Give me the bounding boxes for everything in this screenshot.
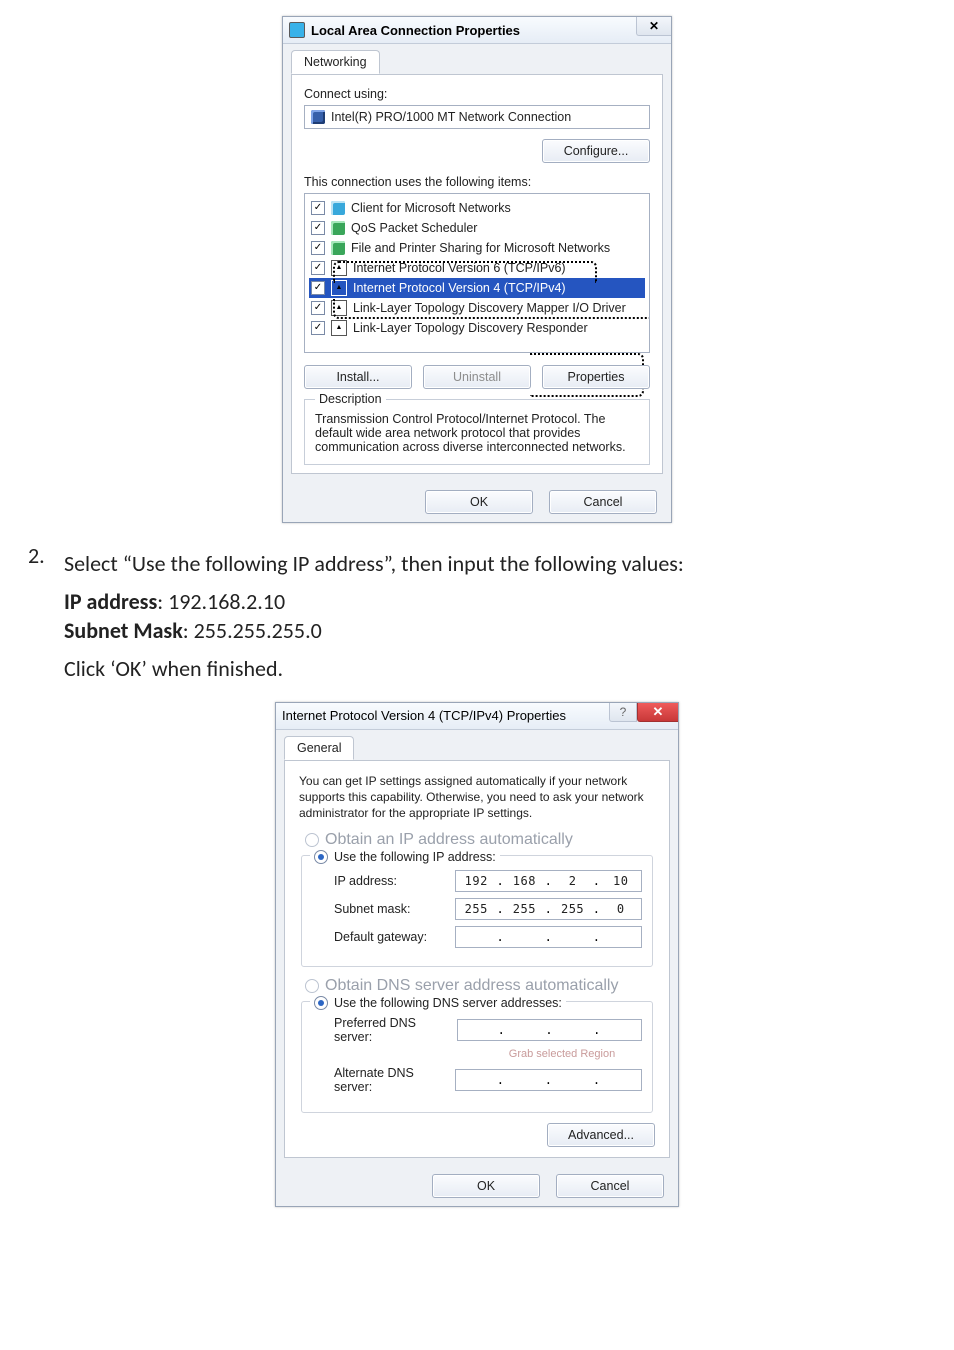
help-button[interactable]: ? xyxy=(609,703,637,722)
close-button[interactable]: ✕ xyxy=(637,703,678,722)
items-listbox[interactable]: Client for Microsoft Networks QoS Packet… xyxy=(304,193,650,353)
subnet-mask-input[interactable]: 255. 255. 255. 0 xyxy=(455,898,642,920)
tab-body: Connect using: Intel(R) PRO/1000 MT Netw… xyxy=(291,74,663,474)
radio-auto-dns xyxy=(305,979,319,993)
cancel-button[interactable]: Cancel xyxy=(556,1174,664,1198)
preferred-dns-input[interactable]: . . . xyxy=(457,1019,642,1041)
titlebar: Local Area Connection Properties ✕ xyxy=(283,17,671,44)
default-gateway-input[interactable]: . . . xyxy=(455,926,642,948)
ipv4-properties-window: Internet Protocol Version 4 (TCP/IPv4) P… xyxy=(275,702,679,1208)
tab-general[interactable]: General xyxy=(284,736,354,760)
radio-use-dns[interactable] xyxy=(314,996,328,1010)
close-icon: ✕ xyxy=(649,19,659,33)
advanced-button[interactable]: Advanced... xyxy=(547,1123,655,1147)
protocol-icon xyxy=(331,300,347,316)
nic-field: Intel(R) PRO/1000 MT Network Connection xyxy=(304,105,650,129)
items-label: This connection uses the following items… xyxy=(304,175,650,189)
checkbox[interactable] xyxy=(311,261,325,275)
checkbox[interactable] xyxy=(311,221,325,235)
list-item[interactable]: File and Printer Sharing for Microsoft N… xyxy=(309,238,645,258)
install-button[interactable]: Install... xyxy=(304,365,412,389)
preferred-dns-label: Preferred DNS server: xyxy=(334,1016,457,1044)
step-number: 2. xyxy=(28,541,54,692)
item-label: Link-Layer Topology Discovery Responder xyxy=(353,319,588,337)
list-item[interactable]: Internet Protocol Version 6 (TCP/IPv6) xyxy=(309,258,645,278)
checkbox[interactable] xyxy=(311,201,325,215)
ip-address-label: IP address: xyxy=(334,874,397,888)
ok-button[interactable]: OK xyxy=(432,1174,540,1198)
radio-auto-dns-label: Obtain DNS server address automatically xyxy=(325,977,618,995)
cancel-button[interactable]: Cancel xyxy=(549,490,657,514)
protocol-icon xyxy=(331,260,347,276)
tab-networking[interactable]: Networking xyxy=(291,50,380,74)
list-item-selected[interactable]: Internet Protocol Version 4 (TCP/IPv4) xyxy=(309,278,645,298)
checkbox[interactable] xyxy=(311,241,325,255)
ip-label: IP address xyxy=(64,588,157,615)
description-label: Description xyxy=(315,392,386,406)
tabstrip: Networking xyxy=(283,44,671,74)
default-gateway-label: Default gateway: xyxy=(334,930,427,944)
alternate-dns-label: Alternate DNS server: xyxy=(334,1066,455,1094)
app-icon xyxy=(289,22,305,38)
list-item[interactable]: QoS Packet Scheduler xyxy=(309,218,645,238)
faint-caption: Grab selected Region xyxy=(482,1048,642,1060)
dialog-buttons: OK Cancel xyxy=(283,482,671,522)
intro-text: You can get IP settings assigned automat… xyxy=(299,773,655,822)
window-title: Internet Protocol Version 4 (TCP/IPv4) P… xyxy=(282,708,566,723)
list-item[interactable]: Link-Layer Topology Discovery Responder xyxy=(309,318,645,338)
item-label: Client for Microsoft Networks xyxy=(351,199,511,217)
uninstall-button: Uninstall xyxy=(423,365,531,389)
step-text: Select “Use the following IP address”, t… xyxy=(64,549,684,579)
ip-group: Use the following IP address: IP address… xyxy=(301,855,653,967)
item-label: QoS Packet Scheduler xyxy=(351,219,477,237)
mask-label: Subnet Mask xyxy=(64,617,183,644)
radio-use-ip[interactable] xyxy=(314,850,328,864)
properties-button[interactable]: Properties xyxy=(542,365,650,389)
nic-name: Intel(R) PRO/1000 MT Network Connection xyxy=(331,110,571,124)
lac-properties-window: Local Area Connection Properties ✕ Netwo… xyxy=(282,16,672,523)
protocol-icon xyxy=(331,280,347,296)
close-button[interactable]: ✕ xyxy=(636,17,671,36)
configure-button[interactable]: Configure... xyxy=(542,139,650,163)
radio-auto-ip-label: Obtain an IP address automatically xyxy=(325,831,573,849)
item-label: Link-Layer Topology Discovery Mapper I/O… xyxy=(353,299,626,317)
item-label: Internet Protocol Version 4 (TCP/IPv4) xyxy=(353,279,566,297)
nic-icon xyxy=(311,110,325,124)
help-icon: ? xyxy=(620,705,627,719)
mask-value: : 255.255.255.0 xyxy=(183,617,322,644)
titlebar: Internet Protocol Version 4 (TCP/IPv4) P… xyxy=(276,703,678,730)
dns-group: Use the following DNS server addresses: … xyxy=(301,1001,653,1113)
checkbox[interactable] xyxy=(311,281,325,295)
connect-using-label: Connect using: xyxy=(304,87,650,101)
radio-auto-ip xyxy=(305,833,319,847)
item-label: Internet Protocol Version 6 (TCP/IPv6) xyxy=(353,259,566,277)
radio-use-ip-label: Use the following IP address: xyxy=(334,850,496,864)
list-item[interactable]: Client for Microsoft Networks xyxy=(309,198,645,218)
fileshare-icon xyxy=(331,241,345,255)
ip-address-input[interactable]: 192. 168. 2. 10 xyxy=(455,870,642,892)
description-text: Transmission Control Protocol/Internet P… xyxy=(315,412,639,454)
checkbox[interactable] xyxy=(311,321,325,335)
client-icon xyxy=(331,201,345,215)
subnet-mask-label: Subnet mask: xyxy=(334,902,410,916)
document-body: 2. Select “Use the following IP address”… xyxy=(0,541,954,692)
qos-icon xyxy=(331,221,345,235)
ip-value: : 192.168.2.10 xyxy=(157,588,285,615)
protocol-icon xyxy=(331,320,347,336)
checkbox[interactable] xyxy=(311,301,325,315)
alternate-dns-input[interactable]: . . . xyxy=(455,1069,642,1091)
item-label: File and Printer Sharing for Microsoft N… xyxy=(351,239,610,257)
tab-body: You can get IP settings assigned automat… xyxy=(284,760,670,1159)
window-title: Local Area Connection Properties xyxy=(311,23,520,38)
ok-button[interactable]: OK xyxy=(425,490,533,514)
click-ok-text: Click ‘OK’ when finished. xyxy=(64,654,684,684)
description-group: Description Transmission Control Protoco… xyxy=(304,399,650,465)
radio-use-dns-label: Use the following DNS server addresses: xyxy=(334,996,562,1010)
close-icon: ✕ xyxy=(653,704,664,720)
list-item[interactable]: Link-Layer Topology Discovery Mapper I/O… xyxy=(309,298,645,318)
